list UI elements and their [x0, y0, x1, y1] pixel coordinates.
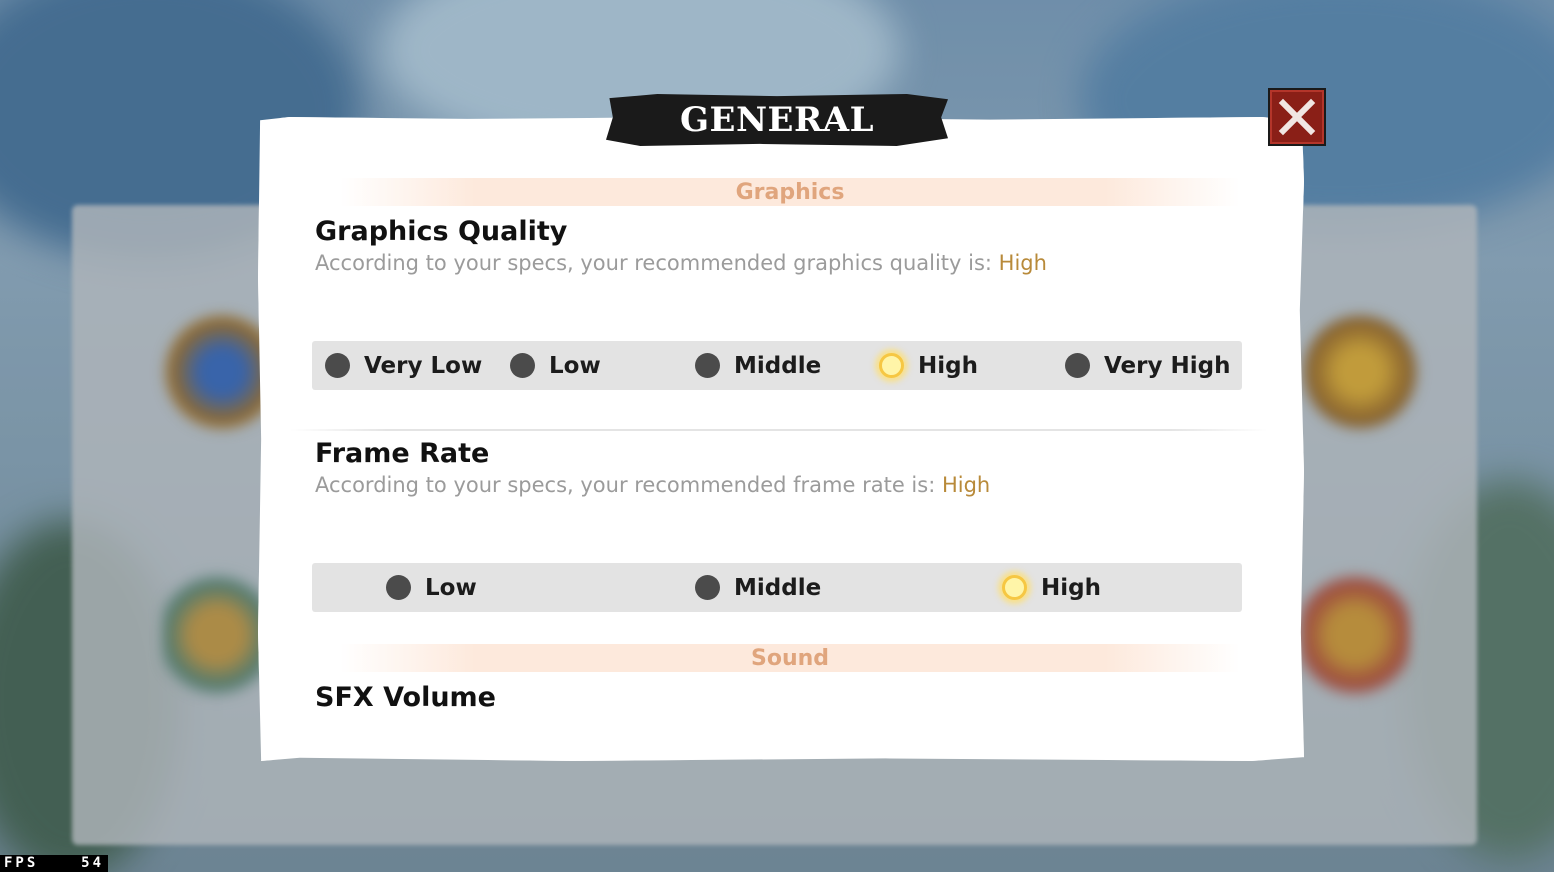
- frame-rate-options: Low Middle High: [312, 563, 1242, 612]
- section-header-label: Sound: [750, 645, 830, 671]
- recommended-value: High: [998, 251, 1047, 275]
- option-label: Middle: [734, 352, 822, 379]
- recommended-value: High: [941, 473, 991, 497]
- radio-selected-icon: [1002, 575, 1027, 600]
- section-divider: [290, 429, 1268, 431]
- description-text: According to your specs, your recommende…: [315, 251, 999, 275]
- dialog-title: GENERAL: [680, 100, 874, 140]
- close-x-icon: [1278, 98, 1316, 136]
- section-header-label: Graphics: [735, 179, 845, 205]
- fps-label: FPS: [4, 855, 39, 871]
- radio-icon: [325, 353, 350, 378]
- frame-rate-description: According to your specs, your recommende…: [315, 473, 990, 497]
- section-header-graphics: Graphics: [340, 178, 1240, 206]
- option-label: Low: [549, 352, 601, 379]
- radio-icon: [1065, 353, 1090, 378]
- fps-value: 54: [81, 855, 104, 871]
- radio-icon: [695, 575, 720, 600]
- option-high[interactable]: High: [879, 341, 978, 390]
- radio-icon: [695, 353, 720, 378]
- radio-icon: [510, 353, 535, 378]
- radio-icon: [386, 575, 411, 600]
- graphics-quality-description: According to your specs, your recommende…: [315, 251, 1047, 275]
- option-high[interactable]: High: [1002, 563, 1101, 612]
- close-button[interactable]: [1268, 88, 1326, 146]
- option-low[interactable]: Low: [386, 563, 477, 612]
- fps-counter: FPS 54: [0, 855, 108, 872]
- option-label: Very High: [1104, 352, 1231, 379]
- option-middle[interactable]: Middle: [695, 563, 821, 612]
- graphics-quality-title: Graphics Quality: [315, 216, 568, 247]
- option-low[interactable]: Low: [510, 341, 601, 390]
- option-label: High: [918, 352, 978, 379]
- option-label: Low: [425, 574, 477, 601]
- radio-selected-icon: [879, 353, 904, 378]
- option-middle[interactable]: Middle: [695, 341, 821, 390]
- option-label: High: [1041, 574, 1101, 601]
- frame-rate-title: Frame Rate: [315, 438, 490, 469]
- description-text: According to your specs, your recommende…: [315, 473, 942, 497]
- option-very-high[interactable]: Very High: [1065, 341, 1230, 390]
- option-label: Middle: [734, 574, 822, 601]
- option-very-low[interactable]: Very Low: [325, 341, 482, 390]
- sfx-volume-title: SFX Volume: [315, 682, 496, 713]
- dialog-title-banner: GENERAL: [606, 94, 948, 146]
- graphics-quality-options: Very Low Low Middle High Very High: [312, 341, 1242, 390]
- option-label: Very Low: [364, 352, 483, 379]
- section-header-sound: Sound: [340, 644, 1240, 672]
